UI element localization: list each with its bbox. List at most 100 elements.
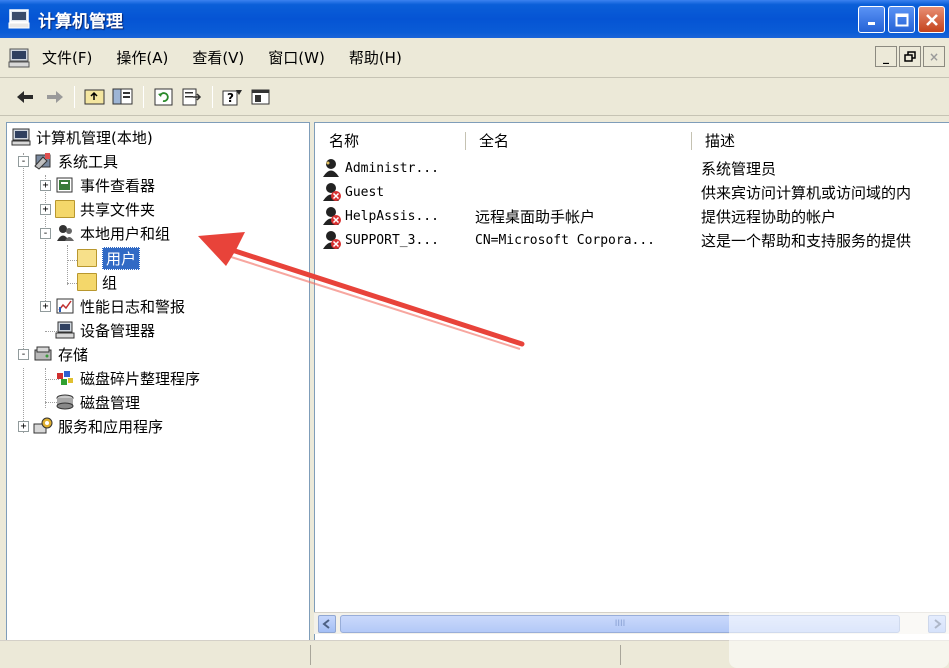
user-full-name: CN=Microsoft Corpora... xyxy=(475,232,656,248)
user-description: 供来宾访问计算机或访问域的内 xyxy=(701,183,912,202)
expand-toggle[interactable]: + xyxy=(40,204,51,215)
column-header-label: 描述 xyxy=(705,131,736,150)
tree-item-label: 服务和应用程序 xyxy=(58,417,164,436)
list-item[interactable]: Administr... 系统管理员 xyxy=(321,157,946,179)
child-restore-button[interactable] xyxy=(899,46,921,67)
user-description: 这是一个帮助和支持服务的提供 xyxy=(701,231,912,250)
computer-management-icon xyxy=(8,9,30,29)
scroll-left-button[interactable] xyxy=(318,615,336,633)
results-list-pane[interactable]: 名称 全名 描述 Administr... 系统管理员 Guest 供来宾访问计… xyxy=(314,122,949,650)
tree-item-services-applications[interactable]: 服务和应用程序 xyxy=(33,415,163,437)
status-segment xyxy=(620,645,621,665)
menu-file[interactable]: 文件(F) xyxy=(42,47,92,68)
tree-item-label: 性能日志和警报 xyxy=(80,297,186,316)
forward-arrow-icon[interactable] xyxy=(42,85,68,109)
collapse-toggle[interactable]: - xyxy=(18,156,29,167)
disabled-user-icon xyxy=(321,206,343,226)
tree-item-event-viewer[interactable]: 事件查看器 xyxy=(55,174,155,196)
tree-item-groups[interactable]: 组 xyxy=(77,271,117,293)
services-icon xyxy=(33,417,53,435)
shared-folder-icon xyxy=(55,200,75,218)
tree-item-label: 设备管理器 xyxy=(80,321,156,340)
tree-item-label: 系统工具 xyxy=(58,152,119,171)
collapse-toggle[interactable]: - xyxy=(18,349,29,360)
window-title: 计算机管理 xyxy=(38,11,123,32)
status-segment xyxy=(310,645,311,665)
defragmenter-icon xyxy=(55,369,75,387)
tree-item-label: 共享文件夹 xyxy=(80,200,156,219)
close-button[interactable] xyxy=(918,6,945,33)
folder-icon xyxy=(77,273,97,291)
device-manager-icon xyxy=(55,321,75,339)
menu-bar: 文件(F) 操作(A) 查看(V) 窗口(W) 帮助(H) _ × xyxy=(0,38,949,78)
column-header-label: 名称 xyxy=(329,131,360,150)
title-bar[interactable]: 计算机管理 xyxy=(0,0,949,38)
refresh-icon[interactable] xyxy=(150,85,178,109)
tree-item-label: 用户 xyxy=(102,246,141,270)
tree-item-local-users-groups[interactable]: 本地用户和组 xyxy=(55,222,170,244)
list-item[interactable]: SUPPORT_3... CN=Microsoft Corpora... 这是一… xyxy=(321,229,946,251)
export-list-icon[interactable] xyxy=(178,85,206,109)
system-tools-icon xyxy=(33,152,53,170)
tree-item-device-manager[interactable]: 设备管理器 xyxy=(55,319,155,341)
column-header-label: 全名 xyxy=(479,131,510,150)
menu-window[interactable]: 窗口(W) xyxy=(268,47,325,68)
performance-icon xyxy=(55,297,75,315)
disk-management-icon xyxy=(55,393,75,411)
tree-item-shared-folders[interactable]: 共享文件夹 xyxy=(55,198,155,220)
expand-toggle[interactable]: + xyxy=(18,421,29,432)
tree-item-root[interactable]: 计算机管理(本地) xyxy=(11,126,153,148)
minimize-button[interactable] xyxy=(858,6,885,33)
tree-item-label: 磁盘管理 xyxy=(80,393,141,412)
tree-item-users[interactable]: 用户 xyxy=(77,246,141,270)
tree-item-label: 计算机管理(本地) xyxy=(36,128,153,147)
toolbar: ? xyxy=(0,78,949,116)
tree-item-disk-management[interactable]: 磁盘管理 xyxy=(55,391,140,413)
console-menu-icon[interactable] xyxy=(8,48,30,68)
menu-action[interactable]: 操作(A) xyxy=(116,47,168,68)
menu-view[interactable]: 查看(V) xyxy=(192,47,244,68)
users-groups-icon xyxy=(55,224,75,242)
menu-help[interactable]: 帮助(H) xyxy=(349,47,402,68)
tree-item-system-tools[interactable]: 系统工具 xyxy=(33,150,118,172)
list-item[interactable]: HelpAssis... 远程桌面助手帐户 提供远程协助的帐户 xyxy=(321,205,946,227)
tree-item-disk-defragmenter[interactable]: 磁盘碎片整理程序 xyxy=(55,367,200,389)
help-icon[interactable]: ? xyxy=(219,85,247,109)
disabled-user-icon xyxy=(321,230,343,250)
disabled-user-icon xyxy=(321,182,343,202)
collapse-toggle[interactable]: - xyxy=(40,228,51,239)
event-viewer-icon xyxy=(55,176,75,194)
console-tree-pane[interactable]: 计算机管理(本地) - 系统工具 + 事件查看器 + 共享文件夹 - 本地用户和… xyxy=(6,122,310,650)
console-icon[interactable] xyxy=(247,85,275,109)
tree-item-storage[interactable]: 存储 xyxy=(33,343,88,365)
child-close-button[interactable]: × xyxy=(923,46,945,67)
expand-toggle[interactable]: + xyxy=(40,180,51,191)
back-arrow-icon[interactable] xyxy=(12,85,38,109)
toolbar-separator xyxy=(74,85,75,108)
tree-item-label: 事件查看器 xyxy=(80,176,156,195)
tree-item-performance-logs[interactable]: 性能日志和警报 xyxy=(55,295,185,317)
column-header-full-name[interactable]: 全名 xyxy=(479,127,509,153)
up-folder-icon[interactable] xyxy=(81,85,109,109)
user-full-name: 远程桌面助手帐户 xyxy=(475,207,596,226)
user-name: SUPPORT_3... xyxy=(345,232,439,248)
column-divider[interactable] xyxy=(465,132,466,150)
show-hide-tree-icon[interactable] xyxy=(109,85,137,109)
expand-toggle[interactable]: + xyxy=(40,301,51,312)
svg-text:?: ? xyxy=(227,91,234,105)
user-name: Guest xyxy=(345,184,385,200)
user-name: HelpAssis... xyxy=(345,208,439,224)
column-divider[interactable] xyxy=(691,132,692,150)
tree-item-label: 存储 xyxy=(58,345,89,364)
maximize-button[interactable] xyxy=(888,6,915,33)
storage-icon xyxy=(33,345,53,363)
tree-item-label: 本地用户和组 xyxy=(80,224,171,243)
toolbar-separator xyxy=(143,85,144,108)
column-header-name[interactable]: 名称 xyxy=(329,127,359,153)
child-minimize-button[interactable]: _ xyxy=(875,46,897,67)
user-icon xyxy=(321,158,343,178)
column-header-description[interactable]: 描述 xyxy=(705,127,735,153)
list-item[interactable]: Guest 供来宾访问计算机或访问域的内 xyxy=(321,181,946,203)
tree-item-label: 磁盘碎片整理程序 xyxy=(80,369,201,388)
folder-open-icon xyxy=(77,249,97,267)
